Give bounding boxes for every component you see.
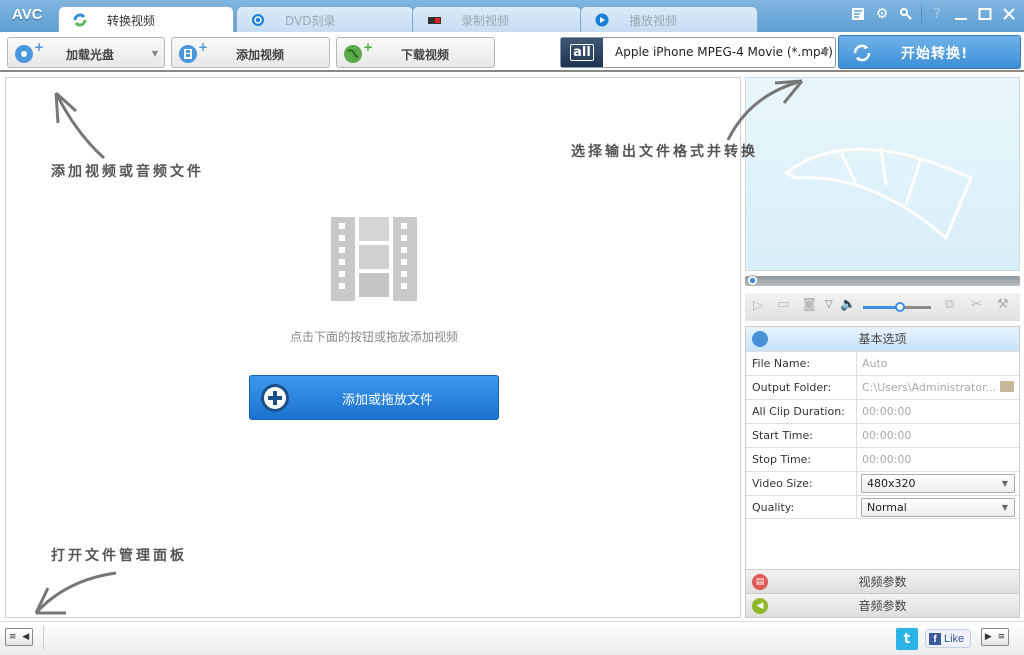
plus-circle-icon	[260, 383, 290, 417]
empty-list-hint: 点击下面的按钮或拖放添加视频	[289, 330, 458, 344]
settings-row-quality: Quality: Normal ▼	[746, 495, 1019, 519]
settings-panel: 基本选项 File Name: Auto Output Folder: C:\Use…	[745, 326, 1020, 618]
start-convert-label: 开始转换!	[901, 46, 969, 62]
settings-row-output-folder: Output Folder: C:\Users\Administrator...	[746, 375, 1019, 399]
download-video-button[interactable]: + 下载视频	[336, 37, 495, 68]
load-disc-label: 加载光盘	[66, 48, 115, 62]
dropdown-arrow-icon[interactable]: ▼	[152, 49, 158, 58]
output-folder-field[interactable]: C:\Users\Administrator...	[857, 376, 1019, 399]
volume-slider[interactable]	[863, 302, 931, 312]
help-icon[interactable]: ?	[928, 5, 946, 23]
add-video-button[interactable]: + 添加视频	[171, 37, 330, 68]
quality-select[interactable]: Normal ▼	[861, 498, 1015, 517]
seek-handle[interactable]	[747, 275, 758, 286]
tab-play-video[interactable]: 播放视频	[580, 6, 758, 32]
open-file-manager-button[interactable]: ≡ ◀	[5, 628, 33, 646]
player-controls: ▷ ▭ ◙ ▽ 🔈 ⧉ ✂ ⚒	[745, 293, 1020, 321]
facebook-like-button[interactable]: f Like	[925, 629, 971, 648]
settings-row-file-name: File Name: Auto	[746, 351, 1019, 375]
chevron-down-icon[interactable]: ▼	[821, 47, 829, 58]
load-disc-button[interactable]: + 加载光盘 ▼	[7, 37, 165, 68]
title-bar: AVC 转换视频 DVD刻录 录制视频 播放视频 ⚙ ?	[0, 0, 1024, 33]
audio-params-header[interactable]: ◀ 音频参数	[746, 593, 1019, 617]
film-strip-icon	[331, 217, 417, 301]
register-icon[interactable]	[849, 5, 867, 23]
seek-slider[interactable]	[745, 275, 1020, 286]
convert-icon	[73, 13, 87, 27]
video-params-header[interactable]: ▤ 视频参数	[746, 569, 1019, 593]
merge-icon[interactable]: ⧉	[945, 297, 954, 312]
add-video-label: 添加视频	[236, 48, 285, 62]
toggle-side-panel-button[interactable]: ▶ ≡	[981, 628, 1009, 646]
stop-icon[interactable]: ▭	[777, 297, 789, 312]
tab-label: 播放视频	[629, 14, 678, 28]
chevron-down-icon: ▼	[1001, 479, 1008, 488]
divider	[43, 626, 44, 650]
basic-options-header[interactable]: 基本选项	[746, 327, 1019, 351]
add-or-drop-files-label: 添加或拖放文件	[342, 393, 434, 408]
tab-label: 转换视频	[107, 14, 156, 28]
settings-row-clip-duration: All Clip Duration: 00:00:00	[746, 399, 1019, 423]
snapshot-icon[interactable]: ◙	[803, 297, 816, 312]
chevron-down-icon: ▼	[1001, 503, 1008, 512]
output-format-value: Apple iPhone MPEG-4 Movie (*.mp4)	[615, 45, 833, 59]
list-icon: ≡	[997, 632, 1006, 642]
effects-wand-icon[interactable]: ⚒	[997, 297, 1009, 312]
settings-icon[interactable]: ⚙	[873, 5, 891, 23]
close-icon[interactable]	[1000, 5, 1018, 23]
output-format-select[interactable]: all Apple iPhone MPEG-4 Movie (*.mp4) ▼	[560, 37, 836, 68]
globe-add-icon: +	[343, 40, 373, 64]
arrow-annotation-icon	[34, 571, 117, 615]
speaker-icon: ◀	[752, 598, 768, 614]
folder-icon[interactable]	[1000, 381, 1014, 392]
tab-label: 录制视频	[461, 14, 510, 28]
film-add-icon: +	[178, 40, 208, 64]
twitter-icon[interactable]: t	[896, 628, 918, 650]
tab-dvd-burn[interactable]: DVD刻录	[236, 6, 414, 32]
add-or-drop-files-button[interactable]: 添加或拖放文件	[249, 375, 499, 420]
wrench-icon	[752, 331, 768, 347]
settings-row-start-time: Start Time: 00:00:00	[746, 423, 1019, 447]
status-bar: ≡ ◀ t f Like ▶ ≡	[0, 621, 1024, 655]
volume-icon[interactable]: 🔈	[840, 297, 856, 312]
arrow-annotation-icon	[726, 79, 804, 141]
volume-handle[interactable]	[895, 302, 906, 312]
film-icon: ▤	[752, 574, 768, 590]
start-convert-button[interactable]: 开始转换!	[838, 35, 1021, 69]
play-icon[interactable]: ▷	[753, 298, 763, 313]
maximize-icon[interactable]	[976, 5, 994, 23]
hint-add-files: 添加视频或音频文件	[51, 164, 204, 180]
tab-label: DVD刻录	[285, 14, 336, 28]
refresh-icon	[851, 42, 873, 68]
app-logo: AVC	[12, 6, 43, 23]
disc-add-icon: +	[14, 40, 44, 64]
play-icon	[595, 13, 609, 27]
format-all-icon: all	[561, 38, 603, 67]
tab-convert-video[interactable]: 转换视频	[58, 6, 234, 33]
list-icon: ≡	[8, 632, 17, 642]
record-icon	[427, 13, 441, 27]
video-size-select[interactable]: 480x320 ▼	[861, 474, 1015, 493]
settings-row-video-size: Video Size: 480x320 ▼	[746, 471, 1019, 495]
settings-row-stop-time: Stop Time: 00:00:00	[746, 447, 1019, 471]
minimize-icon[interactable]	[952, 5, 970, 23]
film-reel-placeholder-icon	[783, 147, 973, 241]
preview-panel: ▷ ▭ ◙ ▽ 🔈 ⧉ ✂ ⚒ 基本选项 File Name: Auto Outp…	[745, 77, 1020, 618]
tab-record-video[interactable]: 录制视频	[412, 6, 582, 32]
arrow-right-icon: ▶	[984, 632, 992, 642]
arrow-left-icon: ◀	[22, 632, 30, 642]
scissors-icon[interactable]: ✂	[971, 297, 982, 312]
dropdown-arrow-icon[interactable]: ▽	[825, 299, 833, 310]
start-time-field[interactable]: 00:00:00	[857, 424, 1019, 447]
key-icon[interactable]	[897, 5, 915, 23]
file-name-field[interactable]: Auto	[857, 352, 1019, 375]
hint-open-manager: 打开文件管理面板	[51, 548, 187, 564]
arrow-annotation-icon	[54, 91, 105, 160]
disc-icon	[251, 13, 265, 27]
download-video-label: 下载视频	[401, 48, 450, 62]
facebook-icon: f	[929, 632, 941, 645]
stop-time-field[interactable]: 00:00:00	[857, 448, 1019, 471]
